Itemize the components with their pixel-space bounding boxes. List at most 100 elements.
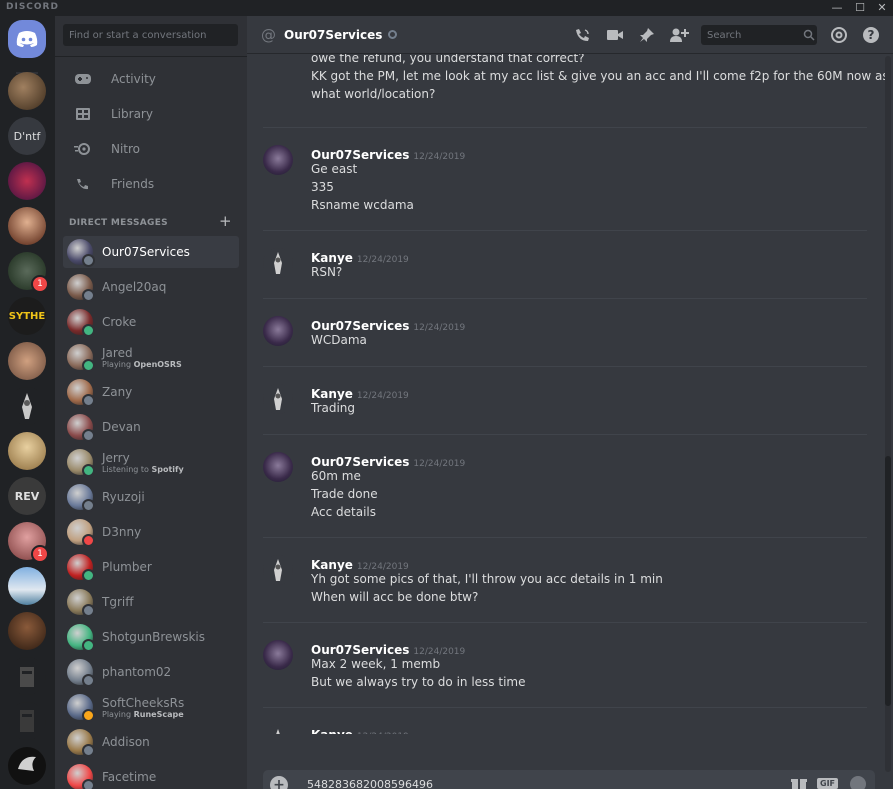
library-icon	[71, 107, 95, 121]
dm-item[interactable]: Jared Playing OpenOSRS	[63, 341, 239, 373]
dm-item[interactable]: Addison	[63, 726, 239, 758]
server-icon[interactable]	[8, 657, 46, 695]
nitro-icon	[71, 142, 95, 156]
maximize-button[interactable]: ☐	[849, 0, 871, 16]
dm-item[interactable]: Facetime	[63, 761, 239, 789]
message-author[interactable]: Kanye	[311, 251, 353, 265]
avatar[interactable]	[263, 640, 293, 670]
dm-text: Jerry Listening to Spotify	[102, 451, 184, 474]
dm-text: Jared Playing OpenOSRS	[102, 346, 182, 369]
server-icon[interactable]	[8, 747, 46, 785]
server-sythe[interactable]: SYTHE	[8, 297, 46, 335]
server-icon[interactable]	[8, 432, 46, 470]
dm-text: Devan	[102, 420, 141, 434]
avatar[interactable]	[263, 555, 293, 585]
avatar[interactable]	[263, 145, 293, 175]
dm-name: Plumber	[102, 560, 152, 574]
dm-item[interactable]: Devan	[63, 411, 239, 443]
message-author[interactable]: Kanye	[311, 387, 353, 401]
dm-item[interactable]: SoftCheeksRs Playing RuneScape	[63, 691, 239, 723]
avatar	[67, 484, 95, 512]
server-icon[interactable]	[8, 72, 46, 110]
avatar[interactable]	[263, 384, 293, 414]
dm-item[interactable]: ShotgunBrewskis	[63, 621, 239, 653]
avatar	[67, 239, 95, 267]
nav-activity[interactable]: Activity	[63, 64, 239, 94]
server-icon[interactable]	[8, 612, 46, 650]
server-icon[interactable]	[8, 567, 46, 605]
message-timestamp: 12/24/2019	[413, 152, 466, 162]
upload-button[interactable]: +	[270, 776, 288, 789]
close-button[interactable]: ✕	[871, 0, 893, 16]
message-author[interactable]: Our07Services	[311, 148, 409, 162]
dm-item[interactable]: Jerry Listening to Spotify	[63, 446, 239, 478]
avatar	[67, 764, 95, 789]
server-icon[interactable]	[8, 207, 46, 245]
avatar	[67, 309, 95, 337]
server-dntf[interactable]: D'ntf	[8, 117, 46, 155]
scrollbar-thumb[interactable]	[885, 456, 891, 706]
gift-icon[interactable]	[791, 776, 807, 789]
dm-item[interactable]: phantom02	[63, 656, 239, 688]
composer-text[interactable]: 548283682008596496	[307, 778, 433, 789]
dm-item[interactable]: Croke	[63, 306, 239, 338]
message-divider	[263, 298, 867, 299]
svg-text:?: ?	[868, 28, 875, 42]
chat-title: Our07Services	[284, 27, 383, 42]
pin-icon[interactable]	[637, 25, 657, 45]
message-composer[interactable]: + 548283682008596496 GIF	[263, 770, 875, 789]
dm-item[interactable]: D3nny	[63, 516, 239, 548]
emoji-icon[interactable]	[849, 775, 867, 789]
message-author[interactable]: Our07Services	[311, 643, 409, 657]
gif-button[interactable]: GIF	[817, 778, 839, 789]
status-indicator	[82, 674, 95, 687]
server-icon[interactable]	[8, 387, 46, 425]
nav-label: Friends	[111, 177, 155, 191]
server-rev[interactable]: REV	[8, 477, 46, 515]
avatar	[67, 519, 95, 547]
dm-item[interactable]: Our07Services	[63, 236, 239, 268]
find-conversation-input[interactable]	[63, 24, 238, 46]
message-author[interactable]: Kanye	[311, 558, 353, 572]
home-button[interactable]	[8, 20, 46, 58]
nav-label: Nitro	[111, 142, 141, 156]
add-friend-icon[interactable]	[669, 25, 689, 45]
dm-item[interactable]: Ryuzoji	[63, 481, 239, 513]
nav-friends[interactable]: Friends	[63, 169, 239, 199]
create-dm-button[interactable]: +	[219, 212, 232, 230]
voice-call-icon[interactable]	[573, 25, 593, 45]
mentions-icon[interactable]	[829, 25, 849, 45]
dm-item[interactable]: Tgriff	[63, 586, 239, 618]
nav-label: Library	[111, 107, 153, 121]
message-author[interactable]: Our07Services	[311, 319, 409, 333]
avatar[interactable]	[263, 452, 293, 482]
dm-text: Tgriff	[102, 595, 133, 609]
dm-item[interactable]: Zany	[63, 376, 239, 408]
server-icon[interactable]	[8, 342, 46, 380]
message-line: Rsname wcdama	[311, 198, 414, 212]
help-icon[interactable]: ?	[861, 25, 881, 45]
status-indicator	[82, 254, 95, 267]
dm-text: Croke	[102, 315, 136, 329]
avatar[interactable]	[263, 316, 293, 346]
video-call-icon[interactable]	[605, 25, 625, 45]
avatar[interactable]	[263, 725, 293, 734]
server-icon[interactable]	[8, 702, 46, 740]
nav-library[interactable]: Library	[63, 99, 239, 129]
message-author[interactable]: Kanye	[311, 728, 353, 734]
dm-activity: Playing RuneScape	[102, 709, 184, 719]
message-author[interactable]: Our07Services	[311, 455, 409, 469]
message-line: owe the refund, you understand that corr…	[311, 54, 585, 65]
message-timestamp: 12/24/2019	[357, 732, 409, 734]
server-icon[interactable]	[8, 162, 46, 200]
message-line: KK got the PM, let me look at my acc lis…	[311, 69, 893, 83]
avatar[interactable]	[263, 248, 293, 278]
minimize-button[interactable]: —	[826, 0, 848, 16]
message-header: Kanye 12/24/2019	[311, 724, 409, 734]
nav-nitro[interactable]: Nitro	[63, 134, 239, 164]
dm-item[interactable]: Plumber	[63, 551, 239, 583]
dm-name: Jerry	[102, 450, 130, 465]
message-divider	[263, 434, 867, 435]
message-timestamp: 12/24/2019	[413, 323, 466, 333]
dm-item[interactable]: Angel20aq	[63, 271, 239, 303]
